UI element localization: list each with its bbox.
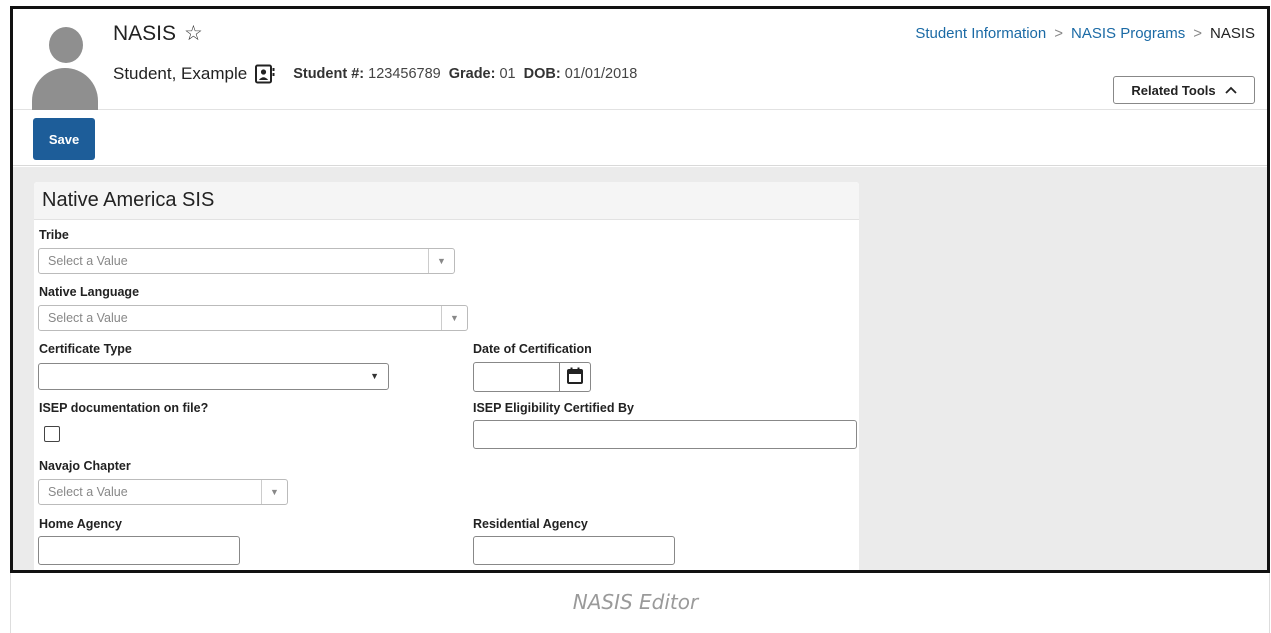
isep-certified-by-label: ISEP Eligibility Certified By (473, 401, 634, 415)
avatar-head (49, 27, 83, 63)
student-dob: DOB: 01/01/2018 (523, 66, 638, 82)
student-name: Student, Example (113, 64, 248, 83)
native-language-label: Native Language (39, 285, 140, 299)
tribe-select[interactable]: Select a Value ▼ (38, 248, 455, 274)
isep-documentation-checkbox[interactable] (44, 426, 60, 442)
navajo-chapter-label: Navajo Chapter (39, 459, 131, 473)
student-summary: Student, Example Student #: 123456789 Gr… (113, 64, 645, 84)
tribe-placeholder: Select a Value (48, 254, 128, 268)
action-toolbar: Save (13, 110, 1267, 166)
breadcrumb-nasis-programs[interactable]: NASIS Programs (1071, 25, 1185, 42)
residential-agency-input[interactable] (473, 536, 675, 565)
student-grade: Grade: 01 (448, 66, 516, 82)
breadcrumb-separator-icon: > (1193, 25, 1202, 42)
date-of-certification-field (473, 362, 591, 392)
panel-title: Native America SIS (34, 182, 859, 220)
student-header: NASIS ☆ Student, Example Student #: 1234… (13, 9, 1267, 110)
native-language-placeholder: Select a Value (48, 311, 128, 325)
navajo-chapter-select[interactable]: Select a Value ▼ (38, 479, 288, 505)
contact-card-icon[interactable] (255, 64, 275, 84)
certificate-type-label: Certificate Type (39, 342, 132, 356)
date-of-certification-input[interactable] (473, 362, 560, 392)
residential-agency-label: Residential Agency (473, 517, 588, 531)
chevron-up-icon (1225, 86, 1237, 94)
related-tools-label: Related Tools (1131, 82, 1216, 98)
image-caption: NASIS Editor (572, 590, 699, 614)
student-avatar (30, 20, 100, 110)
caret-down-icon: ▼ (441, 306, 467, 330)
related-tools-button[interactable]: Related Tools (1113, 76, 1255, 104)
save-button[interactable]: Save (33, 118, 95, 160)
native-america-sis-panel: Native America SIS Tribe Select a Value … (34, 182, 859, 570)
content-area: Native America SIS Tribe Select a Value … (13, 167, 1267, 570)
caret-down-icon: ▼ (370, 371, 379, 381)
home-agency-input[interactable] (38, 536, 240, 565)
nasis-editor-window: NASIS ☆ Student, Example Student #: 1234… (10, 6, 1270, 573)
isep-certified-by-input[interactable] (473, 420, 857, 449)
navajo-chapter-placeholder: Select a Value (48, 485, 128, 499)
page-title: NASIS ☆ (113, 21, 203, 46)
breadcrumb-separator-icon: > (1054, 25, 1064, 42)
caret-down-icon: ▼ (261, 480, 287, 504)
breadcrumb: Student Information > NASIS Programs > NASIS (915, 25, 1255, 42)
certificate-type-select[interactable]: ▼ (38, 363, 389, 390)
calendar-button[interactable] (559, 362, 591, 392)
native-language-select[interactable]: Select a Value ▼ (38, 305, 468, 331)
isep-documentation-label: ISEP documentation on file? (39, 401, 209, 415)
avatar-body (32, 68, 98, 110)
student-number: Student #: 123456789 (293, 66, 441, 82)
breadcrumb-current: NASIS (1209, 25, 1255, 42)
caret-down-icon: ▼ (428, 249, 454, 273)
date-of-certification-label: Date of Certification (473, 342, 592, 356)
tribe-label: Tribe (39, 228, 69, 242)
home-agency-label: Home Agency (39, 517, 122, 531)
calendar-icon (567, 367, 583, 384)
star-outline-icon[interactable]: ☆ (184, 21, 203, 46)
page-title-text: NASIS (113, 21, 177, 45)
breadcrumb-student-information[interactable]: Student Information (915, 25, 1046, 42)
